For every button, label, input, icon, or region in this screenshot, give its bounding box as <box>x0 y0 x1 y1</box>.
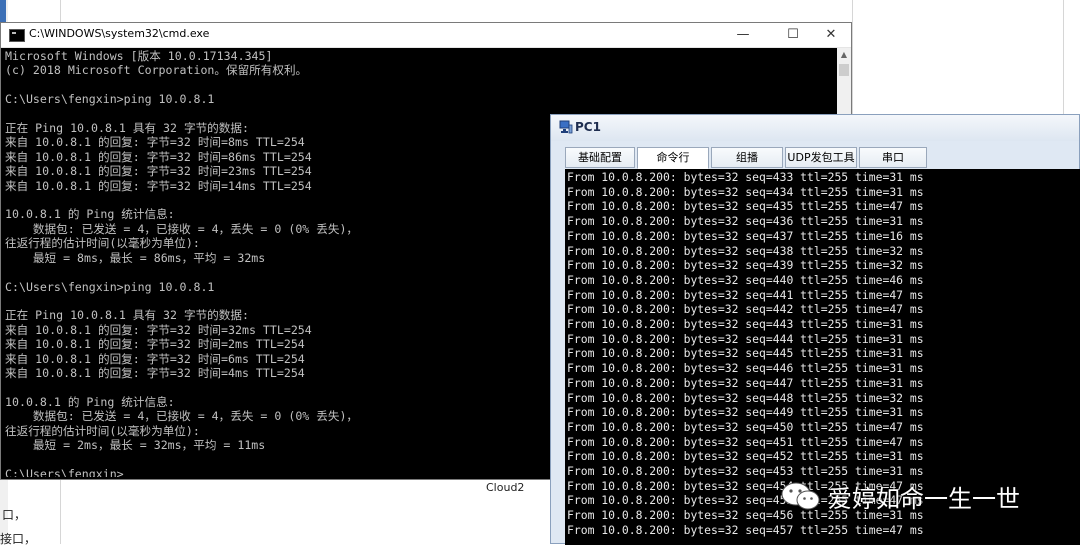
pc1-output-line: From 10.0.8.200: bytes=32 seq=448 ttl=25… <box>567 390 924 405</box>
pc1-output-line: From 10.0.8.200: bytes=32 seq=452 ttl=25… <box>567 449 924 464</box>
pc1-output-line: From 10.0.8.200: bytes=32 seq=440 ttl=25… <box>567 272 924 287</box>
watermark-text: 爱婷如命一生一世 <box>828 484 1020 513</box>
scroll-up-icon[interactable]: ▲ <box>837 48 851 62</box>
close-button[interactable]: ✕ <box>809 23 853 47</box>
cmd-app-icon <box>9 29 25 42</box>
cmd-output-line: C:\Users\fengxin>ping 10.0.8.1 <box>5 92 215 107</box>
pc1-titlebar[interactable]: PC1 <box>551 115 1079 141</box>
pc1-output-line: From 10.0.8.200: bytes=32 seq=435 ttl=25… <box>567 199 924 214</box>
pc1-output-line: From 10.0.8.200: bytes=32 seq=441 ttl=25… <box>567 287 924 302</box>
cmd-output-line: Microsoft Windows [版本 10.0.17134.345] <box>5 49 273 63</box>
tab-command-line[interactable]: 命令行 <box>637 147 709 169</box>
pc1-output-line: From 10.0.8.200: bytes=32 seq=444 ttl=25… <box>567 331 924 346</box>
background-divider <box>1063 0 1064 120</box>
pc1-output-line: From 10.0.8.200: bytes=32 seq=447 ttl=25… <box>567 375 924 390</box>
pc-monitor-icon <box>559 120 573 134</box>
cmd-titlebar[interactable]: C:\WINDOWS\system32\cmd.exe — ☐ ✕ <box>1 23 851 48</box>
pc1-output-line: From 10.0.8.200: bytes=32 seq=437 ttl=25… <box>567 228 924 243</box>
pc1-output-line: From 10.0.8.200: bytes=32 seq=436 ttl=25… <box>567 214 924 229</box>
cloud-device-label: Cloud2 <box>486 481 525 494</box>
tab-basic-config[interactable]: 基础配置 <box>565 147 635 168</box>
pc1-output-line: From 10.0.8.200: bytes=32 seq=443 ttl=25… <box>567 317 924 332</box>
pc1-output-line: From 10.0.8.200: bytes=32 seq=457 ttl=25… <box>567 522 924 537</box>
wechat-icon <box>781 482 820 510</box>
cmd-output-line <box>5 78 835 92</box>
minimize-button[interactable]: — <box>721 23 765 47</box>
pc1-output-line: From 10.0.8.200: bytes=32 seq=433 ttl=25… <box>567 170 924 184</box>
pc1-output-line: From 10.0.8.200: bytes=32 seq=442 ttl=25… <box>567 302 924 317</box>
pc1-output-line: From 10.0.8.200: bytes=32 seq=445 ttl=25… <box>567 346 924 361</box>
pc1-output-line: From 10.0.8.200: bytes=32 seq=449 ttl=25… <box>567 405 924 420</box>
pc1-output-line: From 10.0.8.200: bytes=32 seq=451 ttl=25… <box>567 434 924 449</box>
pc1-output-line: From 10.0.8.200: bytes=32 seq=439 ttl=25… <box>567 258 924 273</box>
tab-serial[interactable]: 串口 <box>859 147 927 168</box>
tab-multicast[interactable]: 组播 <box>711 147 783 168</box>
cmd-window-title: C:\WINDOWS\system32\cmd.exe <box>29 27 210 40</box>
watermark: 爱婷如命一生一世 <box>780 478 1020 514</box>
background-text-2: 接口， <box>0 532 37 546</box>
pc1-output-line: From 10.0.8.200: bytes=32 seq=450 ttl=25… <box>567 419 924 434</box>
pc1-output-line: From 10.0.8.200: bytes=32 seq=446 ttl=25… <box>567 361 924 376</box>
background-app-right <box>852 0 1080 120</box>
pc1-output-line: From 10.0.8.200: bytes=32 seq=453 ttl=25… <box>567 464 924 479</box>
pc1-output-line: From 10.0.8.200: bytes=32 seq=434 ttl=25… <box>567 184 924 199</box>
pc1-output-line: From 10.0.8.200: bytes=32 seq=438 ttl=25… <box>567 243 924 258</box>
tab-udp-tool[interactable]: UDP发包工具 <box>785 147 857 168</box>
scroll-thumb[interactable] <box>839 64 849 76</box>
cmd-output-line: (c) 2018 Microsoft Corporation。保留所有权利。 <box>5 63 308 78</box>
background-text-1: 口， <box>2 508 27 522</box>
pc1-window-title: PC1 <box>575 120 601 134</box>
